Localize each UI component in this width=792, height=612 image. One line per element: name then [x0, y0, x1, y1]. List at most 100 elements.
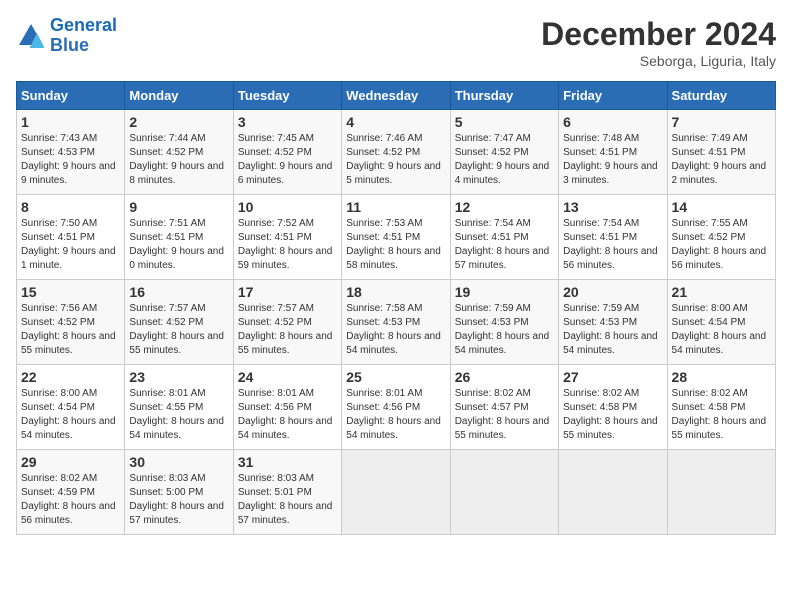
header-friday: Friday [559, 82, 667, 110]
calendar-cell: 21 Sunrise: 8:00 AMSunset: 4:54 PMDaylig… [667, 280, 775, 365]
day-detail: Sunrise: 7:44 AMSunset: 4:52 PMDaylight:… [129, 132, 228, 188]
calendar-cell: 26 Sunrise: 8:02 AMSunset: 4:57 PMDaylig… [450, 365, 558, 450]
day-detail: Sunrise: 8:01 AMSunset: 4:55 PMDaylight:… [129, 387, 228, 443]
day-detail: Sunrise: 8:00 AMSunset: 4:54 PMDaylight:… [672, 302, 771, 358]
day-detail: Sunrise: 7:52 AMSunset: 4:51 PMDaylight:… [238, 217, 337, 273]
day-detail: Sunrise: 7:46 AMSunset: 4:52 PMDaylight:… [346, 132, 445, 188]
calendar-cell: 20 Sunrise: 7:59 AMSunset: 4:53 PMDaylig… [559, 280, 667, 365]
day-number: 14 [672, 199, 771, 215]
title-block: December 2024 Seborga, Liguria, Italy [541, 16, 776, 69]
day-number: 16 [129, 284, 228, 300]
day-number: 2 [129, 114, 228, 130]
day-detail: Sunrise: 7:59 AMSunset: 4:53 PMDaylight:… [455, 302, 554, 358]
header-sunday: Sunday [17, 82, 125, 110]
calendar-cell: 23 Sunrise: 8:01 AMSunset: 4:55 PMDaylig… [125, 365, 233, 450]
day-number: 31 [238, 454, 337, 470]
calendar-row: 1 Sunrise: 7:43 AMSunset: 4:53 PMDayligh… [17, 110, 776, 195]
day-number: 3 [238, 114, 337, 130]
day-detail: Sunrise: 7:57 AMSunset: 4:52 PMDaylight:… [238, 302, 337, 358]
day-detail: Sunrise: 7:50 AMSunset: 4:51 PMDaylight:… [21, 217, 120, 273]
calendar-cell: 31 Sunrise: 8:03 AMSunset: 5:01 PMDaylig… [233, 450, 341, 535]
calendar-cell: 4 Sunrise: 7:46 AMSunset: 4:52 PMDayligh… [342, 110, 450, 195]
location-subtitle: Seborga, Liguria, Italy [541, 53, 776, 69]
calendar-cell: 12 Sunrise: 7:54 AMSunset: 4:51 PMDaylig… [450, 195, 558, 280]
calendar-cell: 24 Sunrise: 8:01 AMSunset: 4:56 PMDaylig… [233, 365, 341, 450]
day-number: 19 [455, 284, 554, 300]
logo-line2: Blue [50, 35, 89, 55]
day-number: 1 [21, 114, 120, 130]
calendar-cell: 19 Sunrise: 7:59 AMSunset: 4:53 PMDaylig… [450, 280, 558, 365]
day-number: 25 [346, 369, 445, 385]
day-detail: Sunrise: 8:02 AMSunset: 4:57 PMDaylight:… [455, 387, 554, 443]
calendar-cell [559, 450, 667, 535]
calendar-row: 8 Sunrise: 7:50 AMSunset: 4:51 PMDayligh… [17, 195, 776, 280]
logo-icon [16, 21, 46, 51]
day-number: 22 [21, 369, 120, 385]
calendar-cell: 11 Sunrise: 7:53 AMSunset: 4:51 PMDaylig… [342, 195, 450, 280]
day-number: 17 [238, 284, 337, 300]
day-number: 30 [129, 454, 228, 470]
day-detail: Sunrise: 8:03 AMSunset: 5:01 PMDaylight:… [238, 472, 337, 528]
day-number: 18 [346, 284, 445, 300]
calendar-cell: 17 Sunrise: 7:57 AMSunset: 4:52 PMDaylig… [233, 280, 341, 365]
day-number: 24 [238, 369, 337, 385]
day-detail: Sunrise: 8:02 AMSunset: 4:58 PMDaylight:… [672, 387, 771, 443]
calendar-cell: 18 Sunrise: 7:58 AMSunset: 4:53 PMDaylig… [342, 280, 450, 365]
day-number: 6 [563, 114, 662, 130]
day-number: 29 [21, 454, 120, 470]
day-detail: Sunrise: 7:54 AMSunset: 4:51 PMDaylight:… [455, 217, 554, 273]
day-detail: Sunrise: 8:01 AMSunset: 4:56 PMDaylight:… [238, 387, 337, 443]
logo: General Blue [16, 16, 117, 56]
calendar-cell: 1 Sunrise: 7:43 AMSunset: 4:53 PMDayligh… [17, 110, 125, 195]
calendar-cell: 14 Sunrise: 7:55 AMSunset: 4:52 PMDaylig… [667, 195, 775, 280]
day-number: 11 [346, 199, 445, 215]
calendar-cell: 28 Sunrise: 8:02 AMSunset: 4:58 PMDaylig… [667, 365, 775, 450]
header-row: Sunday Monday Tuesday Wednesday Thursday… [17, 82, 776, 110]
calendar-cell: 7 Sunrise: 7:49 AMSunset: 4:51 PMDayligh… [667, 110, 775, 195]
calendar-cell: 5 Sunrise: 7:47 AMSunset: 4:52 PMDayligh… [450, 110, 558, 195]
calendar-cell: 13 Sunrise: 7:54 AMSunset: 4:51 PMDaylig… [559, 195, 667, 280]
calendar-cell: 25 Sunrise: 8:01 AMSunset: 4:56 PMDaylig… [342, 365, 450, 450]
day-detail: Sunrise: 7:56 AMSunset: 4:52 PMDaylight:… [21, 302, 120, 358]
day-detail: Sunrise: 7:51 AMSunset: 4:51 PMDaylight:… [129, 217, 228, 273]
page-header: General Blue December 2024 Seborga, Ligu… [16, 16, 776, 69]
calendar-cell [667, 450, 775, 535]
day-number: 26 [455, 369, 554, 385]
day-detail: Sunrise: 7:47 AMSunset: 4:52 PMDaylight:… [455, 132, 554, 188]
day-number: 28 [672, 369, 771, 385]
calendar-cell: 2 Sunrise: 7:44 AMSunset: 4:52 PMDayligh… [125, 110, 233, 195]
calendar-cell: 6 Sunrise: 7:48 AMSunset: 4:51 PMDayligh… [559, 110, 667, 195]
day-number: 12 [455, 199, 554, 215]
calendar-row: 29 Sunrise: 8:02 AMSunset: 4:59 PMDaylig… [17, 450, 776, 535]
calendar-cell: 30 Sunrise: 8:03 AMSunset: 5:00 PMDaylig… [125, 450, 233, 535]
day-detail: Sunrise: 7:49 AMSunset: 4:51 PMDaylight:… [672, 132, 771, 188]
day-detail: Sunrise: 8:02 AMSunset: 4:58 PMDaylight:… [563, 387, 662, 443]
calendar-cell: 27 Sunrise: 8:02 AMSunset: 4:58 PMDaylig… [559, 365, 667, 450]
calendar-cell: 22 Sunrise: 8:00 AMSunset: 4:54 PMDaylig… [17, 365, 125, 450]
day-detail: Sunrise: 7:53 AMSunset: 4:51 PMDaylight:… [346, 217, 445, 273]
calendar-cell: 16 Sunrise: 7:57 AMSunset: 4:52 PMDaylig… [125, 280, 233, 365]
logo-line1: General [50, 15, 117, 35]
calendar-cell [342, 450, 450, 535]
header-thursday: Thursday [450, 82, 558, 110]
day-detail: Sunrise: 7:57 AMSunset: 4:52 PMDaylight:… [129, 302, 228, 358]
day-detail: Sunrise: 7:58 AMSunset: 4:53 PMDaylight:… [346, 302, 445, 358]
day-number: 4 [346, 114, 445, 130]
day-detail: Sunrise: 8:00 AMSunset: 4:54 PMDaylight:… [21, 387, 120, 443]
day-detail: Sunrise: 7:59 AMSunset: 4:53 PMDaylight:… [563, 302, 662, 358]
day-detail: Sunrise: 8:01 AMSunset: 4:56 PMDaylight:… [346, 387, 445, 443]
calendar-cell: 29 Sunrise: 8:02 AMSunset: 4:59 PMDaylig… [17, 450, 125, 535]
day-detail: Sunrise: 8:02 AMSunset: 4:59 PMDaylight:… [21, 472, 120, 528]
calendar-cell: 9 Sunrise: 7:51 AMSunset: 4:51 PMDayligh… [125, 195, 233, 280]
calendar-row: 22 Sunrise: 8:00 AMSunset: 4:54 PMDaylig… [17, 365, 776, 450]
day-detail: Sunrise: 7:55 AMSunset: 4:52 PMDaylight:… [672, 217, 771, 273]
day-number: 13 [563, 199, 662, 215]
day-number: 7 [672, 114, 771, 130]
day-number: 10 [238, 199, 337, 215]
day-number: 15 [21, 284, 120, 300]
day-number: 5 [455, 114, 554, 130]
day-number: 20 [563, 284, 662, 300]
day-detail: Sunrise: 7:48 AMSunset: 4:51 PMDaylight:… [563, 132, 662, 188]
day-number: 23 [129, 369, 228, 385]
header-monday: Monday [125, 82, 233, 110]
